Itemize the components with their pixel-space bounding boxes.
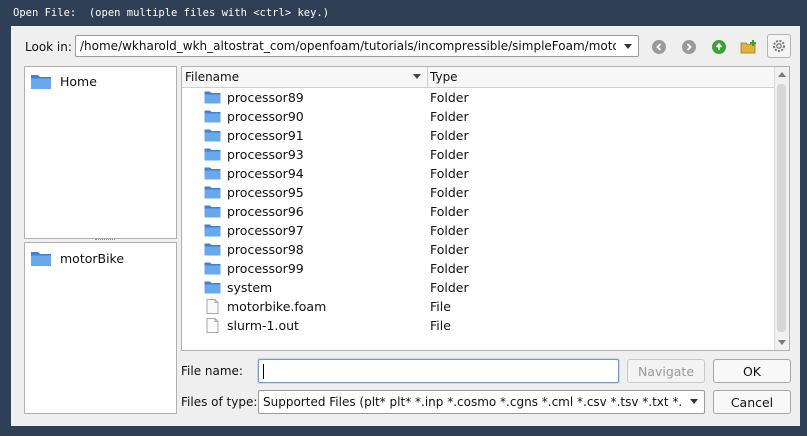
folder-icon [204,128,221,145]
folder-icon [204,223,221,240]
text-caret [263,364,264,379]
folder-icon [204,147,221,164]
file-type-cell: Folder [430,90,469,105]
file-name-input[interactable] [258,359,619,383]
scroll-down-arrow-icon[interactable] [778,340,786,345]
settings-button[interactable] [767,34,791,58]
table-row[interactable]: processor95 Folder [182,183,776,202]
new-folder-button[interactable] [738,36,760,58]
files-of-type-value: Supported Files (plt* plt* *.inp *.cosmo… [263,395,683,409]
folder-icon [204,185,221,202]
files-of-type-label: Files of type: [181,395,258,409]
sidebar-item-label: motorBike [60,250,125,266]
file-name-cell: processor96 [227,204,304,219]
scrollbar-thumb[interactable] [777,84,786,332]
file-type-cell: Folder [430,223,469,238]
file-type-cell: Folder [430,166,469,181]
back-icon [652,40,666,54]
file-icon [204,318,221,336]
file-type-cell: File [430,299,451,314]
scroll-up-arrow-icon[interactable] [778,72,786,77]
file-list-header: Filename Type [182,67,776,88]
sort-descending-icon[interactable] [413,74,421,79]
navigate-button[interactable]: Navigate [627,359,705,383]
file-name-cell: motorbike.foam [227,299,327,314]
folder-icon [204,109,221,126]
file-type-cell: Folder [430,242,469,257]
column-type[interactable]: Type [430,70,458,84]
window-titlebar[interactable]: Open File: (open multiple files with <ct… [0,0,807,26]
folder-icon [204,261,221,278]
sidebar-recent: motorBike [24,242,177,414]
sidebar-item-motorbike[interactable]: motorBike [30,249,124,267]
folder-icon [204,204,221,221]
cancel-button[interactable]: Cancel [713,390,791,414]
table-row[interactable]: motorbike.foam File [182,297,776,316]
new-folder-icon [740,40,756,54]
table-row[interactable]: processor93 Folder [182,145,776,164]
look-in-path-combo[interactable]: /home/wkharold_wkh_altostrat_com/openfoa… [75,35,639,57]
table-row[interactable]: processor98 Folder [182,240,776,259]
file-name-cell: system [227,280,273,295]
parent-folder-icon [712,40,726,54]
file-name-cell: processor89 [227,90,304,105]
file-name-cell: processor93 [227,147,304,162]
folder-icon [204,166,221,183]
open-file-dialog: Look in: /home/wkharold_wkh_altostrat_co… [11,26,800,426]
file-name-cell: slurm-1.out [227,318,299,333]
folder-icon [204,280,221,297]
chevron-down-icon[interactable] [690,399,698,404]
settings-gear-icon [773,40,785,52]
forward-icon [682,40,696,54]
window-title: Open File: (open multiple files with <ct… [13,7,330,19]
table-row[interactable]: system Folder [182,278,776,297]
file-icon [204,299,221,317]
table-row[interactable]: processor99 Folder [182,259,776,278]
column-filename[interactable]: Filename [185,70,239,84]
table-row[interactable]: processor94 Folder [182,164,776,183]
file-list-scrollbar[interactable] [774,67,789,350]
folder-icon [204,242,221,259]
look-in-label: Look in: [25,40,72,54]
file-type-cell: Folder [430,280,469,295]
file-name-cell: processor90 [227,109,304,124]
file-name-cell: processor91 [227,128,304,143]
sidebar-places: Home [24,66,177,239]
file-type-cell: File [430,318,451,333]
file-name-cell: processor98 [227,242,304,257]
file-type-cell: Folder [430,261,469,276]
file-type-cell: Folder [430,109,469,124]
back-button[interactable] [648,36,670,58]
folder-icon [31,75,51,89]
file-type-cell: Folder [430,147,469,162]
file-list: Filename Type processor89 Folder processor… [181,66,790,351]
parent-folder-button[interactable] [708,36,730,58]
table-row[interactable]: processor91 Folder [182,126,776,145]
chevron-down-icon[interactable] [624,44,632,49]
file-type-cell: Folder [430,204,469,219]
file-name-label: File name: [181,364,243,378]
sidebar-item-label: Home [60,73,97,89]
forward-button[interactable] [678,36,700,58]
sidebar-item-home[interactable]: Home [30,72,97,90]
table-row[interactable]: processor90 Folder [182,107,776,126]
file-name-cell: processor99 [227,261,304,276]
table-row[interactable]: slurm-1.out File [182,316,776,335]
table-row[interactable]: processor97 Folder [182,221,776,240]
file-name-cell: processor95 [227,185,304,200]
look-in-path-text: /home/wkharold_wkh_altostrat_com/openfoa… [80,39,616,53]
files-of-type-combo[interactable]: Supported Files (plt* plt* *.inp *.cosmo… [258,390,705,414]
folder-icon [31,252,51,266]
file-name-cell: processor94 [227,166,304,181]
folder-icon [204,90,221,107]
file-type-cell: Folder [430,185,469,200]
column-divider[interactable] [427,67,428,87]
ok-button[interactable]: OK [713,359,791,383]
table-row[interactable]: processor96 Folder [182,202,776,221]
file-type-cell: Folder [430,128,469,143]
file-name-cell: processor97 [227,223,304,238]
table-row[interactable]: processor89 Folder [182,88,776,107]
